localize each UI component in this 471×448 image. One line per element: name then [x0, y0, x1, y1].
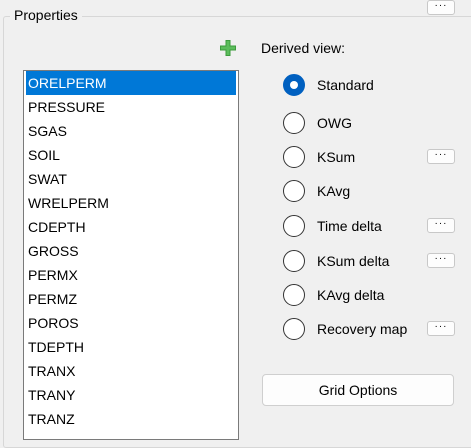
radio-button[interactable] — [283, 284, 305, 306]
radio-button[interactable] — [283, 112, 305, 134]
list-item[interactable]: TRANX — [26, 359, 236, 383]
more-options-button[interactable]: ··· — [427, 253, 455, 268]
radio-button[interactable] — [283, 146, 305, 168]
derived-view-label: Derived view: — [261, 40, 346, 56]
radio-button[interactable] — [283, 74, 305, 96]
list-item[interactable]: PERMZ — [26, 287, 236, 311]
list-item[interactable]: CDEPTH — [26, 215, 236, 239]
plus-icon[interactable] — [219, 39, 237, 57]
radio-option[interactable]: KAvg — [283, 178, 468, 204]
list-item[interactable]: GROSS — [26, 239, 236, 263]
list-item[interactable]: SWAT — [26, 167, 236, 191]
list-item[interactable]: ORELPERM — [26, 71, 236, 95]
list-item[interactable]: TRANZ — [26, 407, 236, 431]
list-item[interactable]: PRESSURE — [26, 95, 236, 119]
radio-label: KSum delta — [317, 253, 390, 269]
grid-options-button[interactable]: Grid Options — [262, 374, 454, 406]
list-item[interactable]: TDEPTH — [26, 335, 236, 359]
list-item[interactable]: SGAS — [26, 119, 236, 143]
radio-label: OWG — [317, 115, 352, 131]
radio-option[interactable]: OWG — [283, 110, 468, 136]
more-options-button[interactable]: ··· — [427, 0, 455, 15]
radio-label: KAvg — [317, 183, 351, 199]
radio-option[interactable]: Standard — [283, 72, 468, 98]
radio-label: KAvg delta — [317, 287, 385, 303]
radio-label: Recovery map — [317, 321, 408, 337]
radio-option[interactable]: KAvg delta — [283, 282, 468, 308]
radio-label: Time delta — [317, 218, 382, 234]
radio-label: KSum — [317, 149, 356, 165]
radio-button[interactable] — [283, 318, 305, 340]
list-item[interactable]: POROS — [26, 311, 236, 335]
radio-button[interactable] — [283, 215, 305, 237]
radio-button[interactable] — [283, 180, 305, 202]
group-title: Properties — [10, 7, 82, 24]
list-item[interactable]: PERMX — [26, 263, 236, 287]
radio-option[interactable]: KSum — [283, 144, 468, 170]
radio-label: Standard — [317, 77, 374, 93]
more-options-button[interactable]: ··· — [427, 321, 455, 336]
more-options-button[interactable]: ··· — [427, 218, 455, 233]
list-item[interactable]: TRANY — [26, 383, 236, 407]
list-item[interactable]: SOIL — [26, 143, 236, 167]
radio-button[interactable] — [283, 250, 305, 272]
list-item[interactable]: WRELPERM — [26, 191, 236, 215]
property-list[interactable]: ORELPERM PRESSURE SGAS SOIL SWAT WRELPERM CDEP… — [23, 70, 239, 440]
